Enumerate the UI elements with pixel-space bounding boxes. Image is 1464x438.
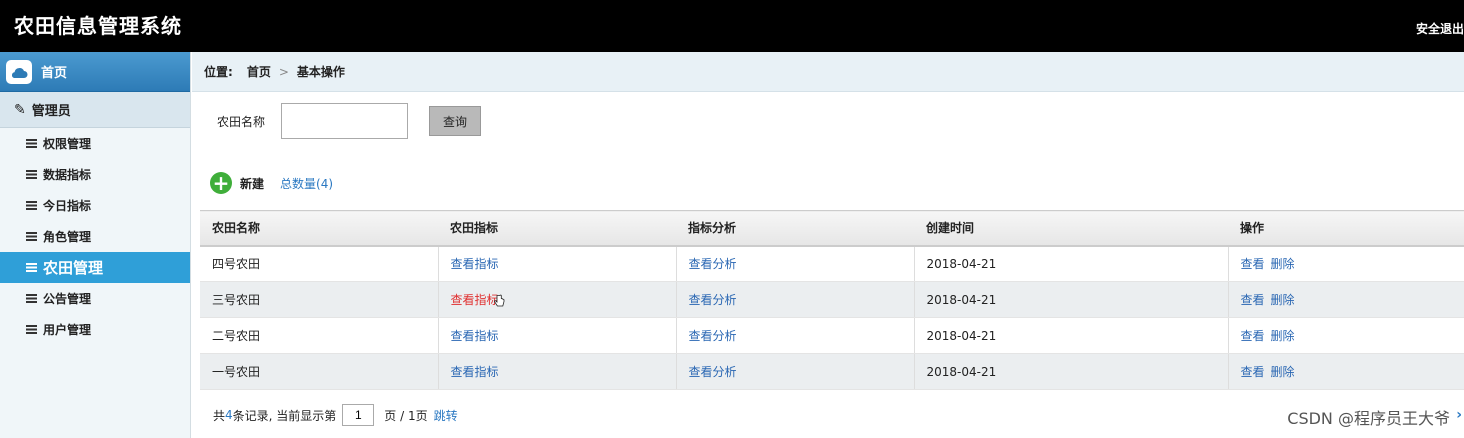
cell-created: 2018-04-21 (913, 353, 1228, 390)
breadcrumb-separator: > (278, 64, 289, 79)
sidebar-item-label: 权限管理 (43, 137, 92, 151)
cell-name: 三号农田 (200, 281, 438, 318)
view-indicator-link[interactable]: 查看指标 (451, 329, 499, 343)
new-button[interactable]: 新建 (240, 175, 264, 192)
view-analysis-link[interactable]: 查看分析 (689, 293, 737, 307)
list-icon (26, 232, 37, 241)
hand-cursor-icon (493, 294, 505, 308)
cell-name: 四号农田 (200, 245, 438, 282)
sidebar: 首页 ✎ 管理员 权限管理 数据指标 今日指标 角色管理 农田管理 公告管理 用… (0, 52, 191, 438)
cell-name: 一号农田 (200, 353, 438, 390)
view-link[interactable]: 查看 (1241, 293, 1265, 307)
breadcrumb: 位置: 首页 > 基本操作 (192, 52, 1464, 92)
view-link[interactable]: 查看 (1241, 329, 1265, 343)
pager-record-count: 4 (225, 408, 233, 422)
table-row: 三号农田 查看指标 查看分析 2018-04-21 查看 删除 (200, 281, 1464, 318)
cell-created: 2018-04-21 (913, 317, 1228, 354)
logout-link[interactable]: 安全退出 (1416, 20, 1464, 37)
list-icon (26, 170, 37, 179)
chevron-right-icon[interactable]: › (1456, 407, 1462, 423)
app-title: 农田信息管理系统 (14, 14, 182, 38)
delete-link[interactable]: 删除 (1271, 257, 1295, 271)
toolbar: + 新建 总数量(4) (210, 172, 333, 194)
plus-icon[interactable]: + (210, 172, 232, 194)
sidebar-item-label: 农田管理 (43, 259, 104, 277)
pager-prefix: 共 (213, 408, 226, 423)
total-count: 总数量(4) (280, 176, 334, 191)
table-row: 一号农田 查看指标 查看分析 2018-04-21 查看 删除 (200, 353, 1464, 390)
sidebar-item-permissions[interactable]: 权限管理 (0, 128, 190, 159)
view-indicator-link[interactable]: 查看指标 (451, 257, 499, 271)
cell-name: 二号农田 (200, 317, 438, 354)
list-icon (26, 139, 37, 148)
search-input[interactable] (281, 103, 409, 139)
sidebar-item-label: 角色管理 (43, 230, 92, 244)
column-header: 农田指标 (438, 210, 676, 247)
page-number-input[interactable] (342, 404, 375, 426)
sidebar-item-users[interactable]: 用户管理 (0, 314, 190, 345)
sidebar-group-admin[interactable]: ✎ 管理员 (0, 92, 190, 128)
view-link[interactable]: 查看 (1241, 257, 1265, 271)
main-content: 位置: 首页 > 基本操作 农田名称 查询 + 新建 总数量(4) 农田名称 农… (192, 52, 1464, 438)
search-label: 农田名称 (217, 114, 266, 129)
sidebar-home[interactable]: 首页 (0, 52, 190, 92)
view-link[interactable]: 查看 (1241, 365, 1265, 379)
sidebar-item-farmland[interactable]: 农田管理 (0, 252, 190, 283)
view-analysis-link[interactable]: 查看分析 (689, 365, 737, 379)
column-header: 操作 (1228, 210, 1464, 247)
column-header: 创建时间 (914, 210, 1228, 247)
sidebar-item-today-indicators[interactable]: 今日指标 (0, 190, 190, 221)
cell-created: 2018-04-21 (913, 281, 1228, 318)
edit-icon: ✎ (14, 101, 26, 118)
column-header: 指标分析 (676, 210, 914, 247)
delete-link[interactable]: 删除 (1271, 293, 1295, 307)
sidebar-item-label: 用户管理 (43, 323, 92, 337)
list-icon (26, 201, 37, 210)
cloud-icon (6, 59, 32, 84)
sidebar-item-data-indicators[interactable]: 数据指标 (0, 159, 190, 190)
search-form: 农田名称 查询 (217, 103, 482, 139)
sidebar-item-label: 今日指标 (43, 199, 92, 213)
sidebar-group-label: 管理员 (31, 104, 71, 119)
table-row: 四号农田 查看指标 查看分析 2018-04-21 查看 删除 (200, 245, 1464, 282)
column-header: 农田名称 (200, 210, 438, 247)
view-analysis-link[interactable]: 查看分析 (689, 329, 737, 343)
search-button[interactable]: 查询 (429, 106, 482, 136)
pagination: 共 4 条记录, 当前显示第 页 / 1页 跳转 (213, 404, 458, 426)
breadcrumb-location-label: 位置: (204, 65, 233, 79)
sidebar-home-label: 首页 (41, 66, 68, 81)
list-icon (26, 263, 37, 272)
breadcrumb-home[interactable]: 首页 (247, 63, 271, 80)
view-indicator-link[interactable]: 查看指标 (451, 365, 499, 379)
list-icon (26, 294, 37, 303)
table-row: 二号农田 查看指标 查看分析 2018-04-21 查看 删除 (200, 317, 1464, 354)
view-analysis-link[interactable]: 查看分析 (689, 257, 737, 271)
sidebar-item-roles[interactable]: 角色管理 (0, 221, 190, 252)
sidebar-item-announcements[interactable]: 公告管理 (0, 283, 190, 314)
delete-link[interactable]: 删除 (1271, 329, 1295, 343)
pager-page-of: 页 / 1页 (384, 408, 428, 423)
view-indicator-link[interactable]: 查看指标 (451, 293, 499, 307)
farmland-table: 农田名称 农田指标 指标分析 创建时间 操作 四号农田 查看指标 查看分析 20… (200, 210, 1464, 390)
list-icon (26, 325, 37, 334)
table-header-row: 农田名称 农田指标 指标分析 创建时间 操作 (200, 210, 1464, 247)
watermark: CSDN @程序员王大爷 (1287, 409, 1450, 428)
cell-created: 2018-04-21 (913, 245, 1228, 282)
delete-link[interactable]: 删除 (1271, 365, 1295, 379)
breadcrumb-current: 基本操作 (296, 65, 345, 79)
pager-suffix: 条记录, 当前显示第 (232, 408, 337, 423)
sidebar-item-label: 数据指标 (43, 168, 92, 182)
jump-link[interactable]: 跳转 (434, 407, 458, 424)
sidebar-item-label: 公告管理 (43, 292, 92, 306)
top-header: 农田信息管理系统 安全退出 (0, 0, 1464, 52)
